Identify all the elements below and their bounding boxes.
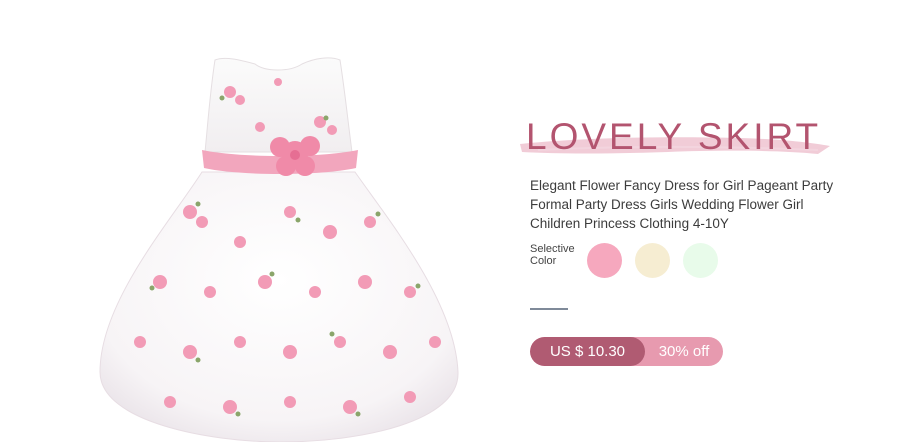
product-description: Elegant Flower Fancy Dress for Girl Page… (530, 178, 834, 231)
color-swatch-pink[interactable] (587, 243, 622, 278)
title-block: LOVELY SKIRT (518, 108, 838, 168)
color-label-line1: Selective (530, 243, 575, 255)
price-current: US $ 10.30 (530, 337, 645, 366)
price-discount: 30% off (658, 343, 710, 360)
color-label-line2: Color (530, 255, 557, 267)
color-label: Selective Color (530, 243, 575, 267)
color-swatch-cream[interactable] (635, 243, 670, 278)
price-badge[interactable]: US $ 10.30 30% off (530, 337, 723, 366)
page-title: LOVELY SKIRT (526, 116, 822, 157)
color-swatch-mint[interactable] (683, 243, 718, 278)
divider (530, 308, 568, 310)
dress-image (99, 57, 459, 442)
